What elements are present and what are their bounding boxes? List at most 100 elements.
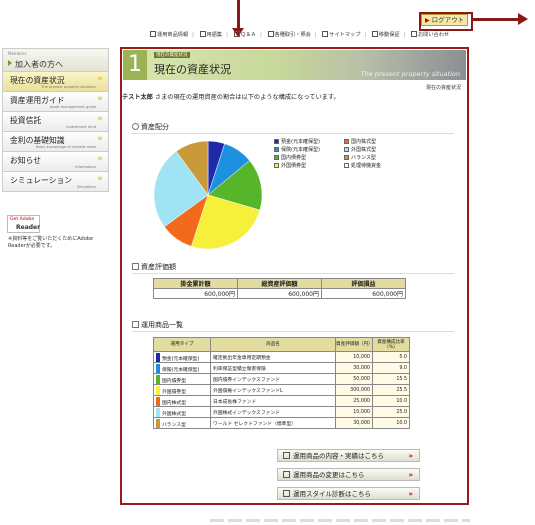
chart-icon xyxy=(283,452,290,459)
legend-row: 外国債券型 処理待機資金 xyxy=(274,162,434,170)
fund-change-button[interactable]: 運用商品の変更はこちら» xyxy=(277,468,420,481)
legend-label: 預金(元本確保型) xyxy=(281,139,320,145)
fund-ratio: 10.0 xyxy=(372,395,410,407)
double-chevron-icon: » xyxy=(97,114,103,124)
mail-icon xyxy=(410,31,417,37)
fund-ratio: 5.0 xyxy=(372,351,410,363)
fund-ratio: 10.0 xyxy=(372,417,410,429)
style-diagnosis-button[interactable]: 運用スタイル診断はこちら» xyxy=(277,487,420,500)
fund-type: 外国株式型 xyxy=(153,406,211,418)
member-header: Members 加入者の方へ xyxy=(2,48,109,72)
banner-english-title: The present property situation xyxy=(360,70,460,78)
sidebar-item-simulation[interactable]: シミュレーション Simulation» xyxy=(2,172,109,192)
sidebar-item-information[interactable]: お知らせ Information» xyxy=(2,152,109,172)
divider xyxy=(132,331,454,332)
summary-header: 総資産評価額 xyxy=(237,278,322,289)
annotation-arrow-right xyxy=(472,18,520,21)
summary-value: 600,000円 xyxy=(153,288,238,299)
legend-item: 外国株式型 xyxy=(344,146,414,154)
double-chevron-icon: » xyxy=(97,94,103,104)
diagnosis-icon xyxy=(283,490,290,497)
nav-transactions[interactable]: 各種取引・照会 xyxy=(267,31,311,38)
legend-label: 処理待機資金 xyxy=(351,163,382,169)
legend-item: 処理待機資金 xyxy=(344,162,414,170)
color-swatch xyxy=(156,385,160,395)
color-swatch xyxy=(156,352,160,362)
nav-sitemap[interactable]: サイトマップ xyxy=(322,31,360,38)
legend-label: バランス型 xyxy=(351,155,376,161)
member-small-label: Members xyxy=(8,51,27,56)
nav-contact[interactable]: お問い合わせ xyxy=(410,31,449,38)
color-swatch xyxy=(156,418,160,428)
fund-value: 300,000 xyxy=(335,384,373,396)
sidebar-item-investment-fund[interactable]: 投資信託 Investment fund» xyxy=(2,112,109,132)
divider xyxy=(132,133,454,134)
banner-small-title: 現在の資産状況 xyxy=(154,52,190,58)
legend-swatch xyxy=(344,154,349,160)
table-row: 国内株式型 日本成長株ファンド 25,000 10.0 xyxy=(153,395,410,407)
color-swatch xyxy=(156,407,160,417)
color-swatch xyxy=(156,396,160,406)
question-icon xyxy=(233,31,240,37)
nav-qa[interactable]: Ｑ＆Ａ xyxy=(233,31,256,38)
legend-item: 外国債券型 xyxy=(274,162,344,170)
section-asset-allocation: 資産配分 xyxy=(132,122,169,132)
legend-label: 外国株式型 xyxy=(351,147,377,153)
sidebar-item-interest-basics[interactable]: 金利の基礎知識 Basic knowledge of interest rates… xyxy=(2,132,109,152)
sitemap-icon xyxy=(322,31,329,37)
legend-swatch xyxy=(274,146,279,152)
fund-value: 50,000 xyxy=(335,373,373,385)
legend-swatch xyxy=(274,138,279,144)
nav-fund-info[interactable]: 運用商品情報 xyxy=(150,31,188,38)
page-banner: 1 現在の資産状況 現在の資産状況 The present property s… xyxy=(123,50,466,80)
fund-name: 外国債権インデックスファンドL xyxy=(210,384,336,396)
document-icon xyxy=(150,31,156,37)
yen-icon xyxy=(132,263,139,270)
legend-item: 預金(元本確保型) xyxy=(274,138,344,146)
fund-type: 国内債券型 xyxy=(153,373,211,385)
nav-glossary[interactable]: 用語集 xyxy=(199,31,222,38)
table-row: 預金(元本確保型) 確定拠出年金専用定期預金 10,000 5.0 xyxy=(153,351,410,363)
table-row: 保険(元本確保型) 利率保証型積立傷害保険 30,000 9.0 xyxy=(153,362,410,374)
divider xyxy=(132,273,454,274)
fund-value: 10,000 xyxy=(335,351,373,363)
fund-type: 国内株式型 xyxy=(153,395,211,407)
fund-name: 日本成長株ファンド xyxy=(210,395,336,407)
fund-ratio: 9.0 xyxy=(372,362,410,374)
intro-text: テスト太郎 さまの現在の運用資産の割合は以下のような構成になっています。 xyxy=(122,94,340,101)
fund-type: 外国債券型 xyxy=(153,384,211,396)
color-swatch xyxy=(156,363,160,373)
sidebar-item-current-assets[interactable]: 現在の資産状況 The present property situation» xyxy=(2,72,109,92)
legend-item: バランス型 xyxy=(344,154,414,162)
double-chevron-icon: » xyxy=(97,74,103,84)
fund-value: 10,000 xyxy=(335,406,373,418)
fund-name: 利率保証型積立傷害保険 xyxy=(210,362,336,374)
legend-row: 国内債券型 バランス型 xyxy=(274,154,434,162)
breadcrumb: 現在の資産状況 xyxy=(425,85,461,91)
fund-details-button[interactable]: 運用商品の内容・実績はこちら» xyxy=(277,449,420,462)
legend-swatch xyxy=(344,146,349,152)
member-title: 加入者の方へ xyxy=(8,59,63,70)
edit-icon xyxy=(283,471,290,478)
table-row: バランス型 ワールド セレクトファンド（標準型） 30,000 10.0 xyxy=(153,417,410,429)
legend-row: 預金(元本確保型) 国内株式型 xyxy=(274,138,434,146)
double-chevron-icon: » xyxy=(97,174,103,184)
chart-legend: 預金(元本確保型) 国内株式型 保険(元本確保型) 外国株式型 国内債券型 バランス型 外国… xyxy=(274,138,434,170)
fund-ratio: 25.0 xyxy=(372,406,410,418)
double-chevron-icon: » xyxy=(408,490,413,498)
sidebar-item-asset-guide[interactable]: 資産運用ガイド Asset management guide» xyxy=(2,92,109,112)
main-content: 1 現在の資産状況 現在の資産状況 The present property s… xyxy=(120,47,469,505)
fund-name: 国内債券インデックスファンド xyxy=(210,373,336,385)
summary-value: 600,000円 xyxy=(237,288,322,299)
fund-name: 確定拠出年金専用定期預金 xyxy=(210,351,336,363)
table-row: 外国債券型 外国債権インデックスファンドL 300,000 25.5 xyxy=(153,384,410,396)
fund-type: 保険(元本確保型) xyxy=(153,362,211,374)
legend-item: 国内株式型 xyxy=(344,138,414,146)
nav-transfer[interactable]: 移動保証 xyxy=(371,31,400,38)
legend-item: 保険(元本確保型) xyxy=(274,146,344,154)
fund-name: 外国株式インデックスファンド xyxy=(210,406,336,418)
fund-value: 30,000 xyxy=(335,417,373,429)
adobe-reader-badge[interactable]: Get Adobe Reader xyxy=(7,215,40,233)
summary-table: 掛金累計額 総資産評価額 評価損益 600,000円 600,000円 600,… xyxy=(153,278,406,299)
annotation-arrow-down xyxy=(237,0,240,30)
